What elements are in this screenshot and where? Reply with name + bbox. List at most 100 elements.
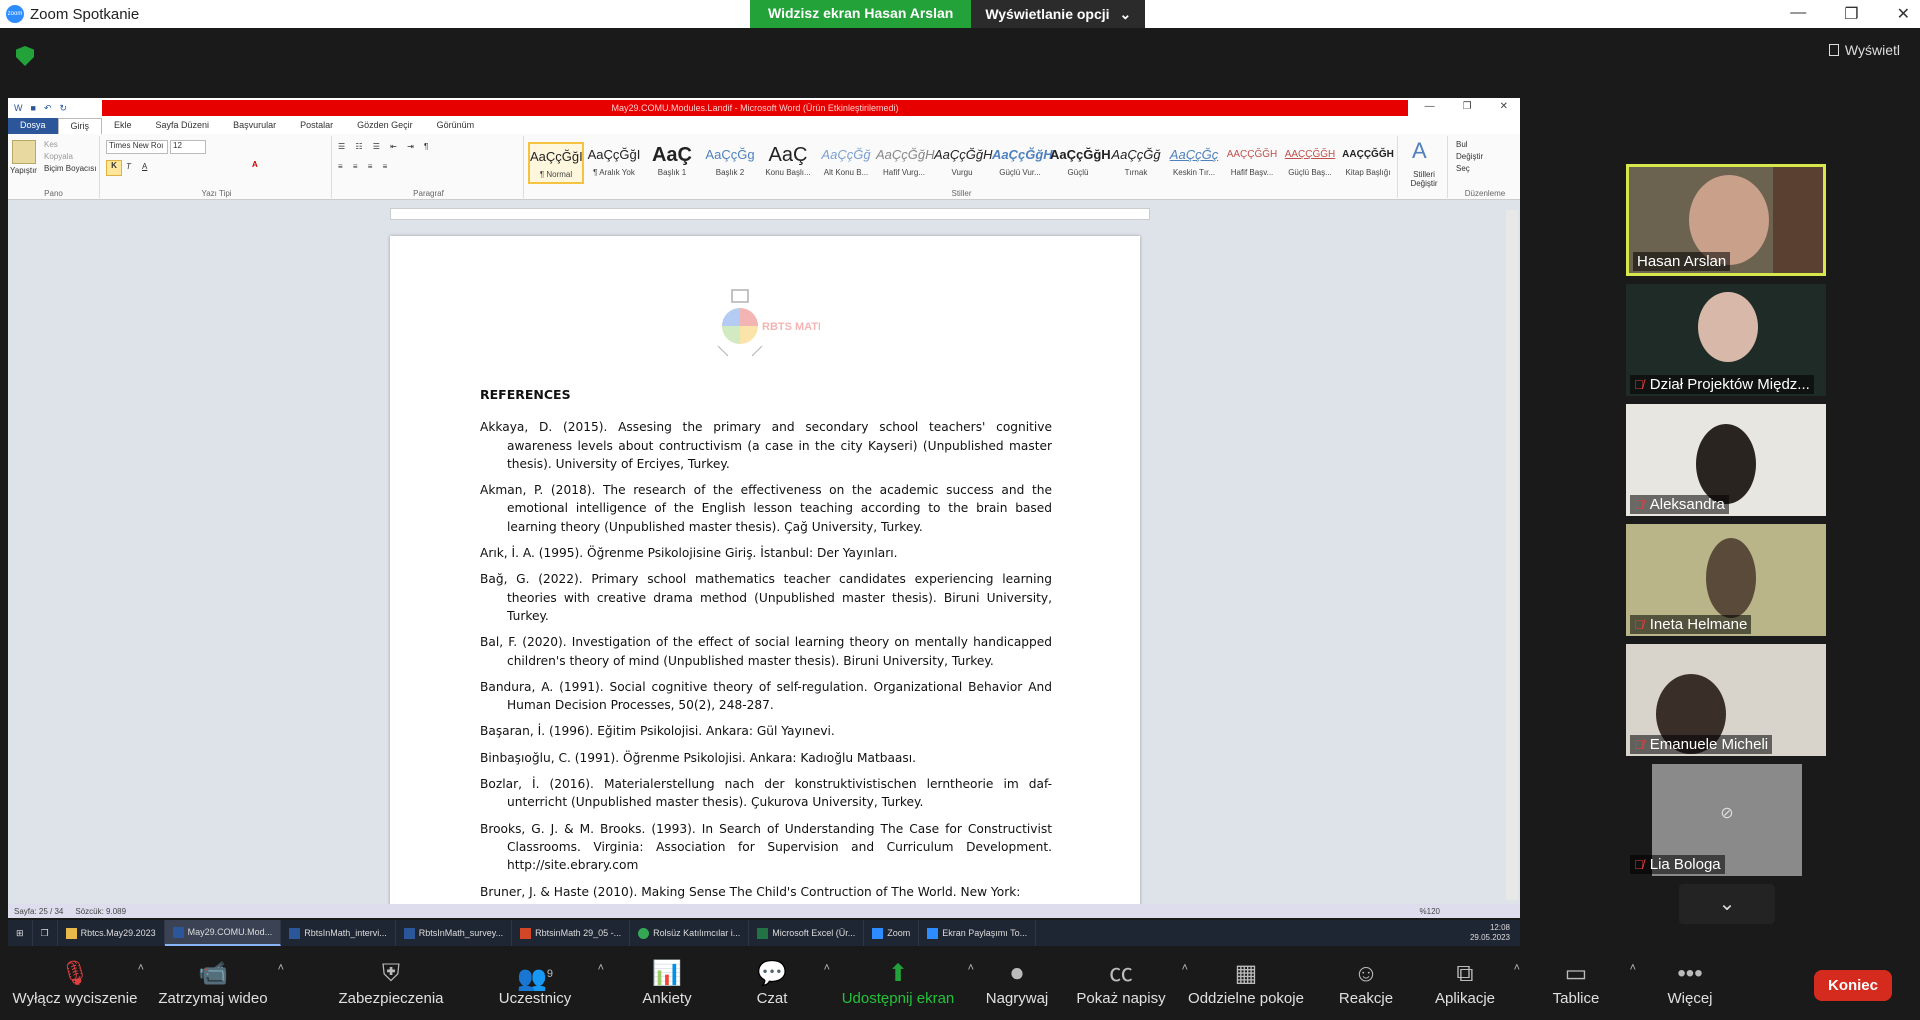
document-page[interactable]: RBTS MATH REFERENCES Akkaya, D. (2015). … xyxy=(390,236,1140,918)
breakout-rooms-button[interactable]: ▦ Oddzielne pokoje xyxy=(1184,958,1308,1007)
style-subtle-reference[interactable]: AAÇÇĞĞH Hafif Başv... xyxy=(1224,142,1280,184)
word-minimize-icon[interactable]: — xyxy=(1425,101,1435,112)
tab-references[interactable]: Başvurular xyxy=(221,118,288,134)
list-icons[interactable]: ☰ ☷ ☰ ⇤ ⇥ ¶ xyxy=(338,142,432,151)
share-screen-button[interactable]: ⬆ Udostępnij ekran ˄ xyxy=(836,958,974,1007)
end-meeting-button[interactable]: Koniec xyxy=(1813,970,1892,1001)
tab-home[interactable]: Giriş xyxy=(57,118,103,134)
replace-button[interactable]: Değiştir xyxy=(1456,152,1483,161)
chevron-up-icon[interactable]: ˄ xyxy=(138,962,144,974)
change-styles-icon[interactable]: A xyxy=(1412,138,1427,164)
restore-icon[interactable]: ❐ xyxy=(1844,4,1858,24)
bold-icon[interactable]: K xyxy=(106,160,122,176)
chevron-up-icon[interactable]: ˄ xyxy=(1514,962,1520,974)
change-styles-label[interactable]: Stilleri Değiştir xyxy=(1402,170,1446,188)
vertical-scrollbar[interactable] xyxy=(1506,210,1518,900)
scroll-participants-down-icon[interactable]: ⌄ xyxy=(1679,884,1775,924)
whiteboard-button[interactable]: ▭ Tablice ˄ xyxy=(1544,958,1636,1007)
view-button[interactable]: Wyświetl xyxy=(1828,42,1900,58)
taskbar-item[interactable]: RbtsInMath_intervi... xyxy=(281,920,396,946)
tab-insert[interactable]: Ekle xyxy=(102,118,144,134)
undo-icon[interactable]: ↶ xyxy=(44,103,52,114)
tab-page-layout[interactable]: Sayfa Düzeni xyxy=(144,118,222,134)
windows-start-icon[interactable]: ⊞ xyxy=(8,920,33,946)
font-name-select[interactable]: Times New Roı xyxy=(106,140,168,154)
chevron-up-icon[interactable]: ˄ xyxy=(968,962,974,974)
paste-icon[interactable] xyxy=(12,140,36,164)
cut-button[interactable]: Kes xyxy=(44,140,58,149)
style-subtitle[interactable]: AaÇçĞğ Alt Konu B... xyxy=(818,142,874,184)
security-button[interactable]: ⛨ Zabezpieczenia xyxy=(338,958,444,1007)
style-strong[interactable]: AaÇçĞğH Güçlü xyxy=(1050,142,1111,184)
copy-button[interactable]: Kopyala xyxy=(44,152,73,161)
font-color-icon[interactable]: A xyxy=(252,160,258,169)
participant-tile[interactable]: 🎙̸ Aleksandra xyxy=(1626,404,1826,516)
tab-file[interactable]: Dosya xyxy=(8,118,58,134)
style-intense-quote[interactable]: AaÇçĞç Keskin Tır... xyxy=(1166,142,1222,184)
taskbar-item[interactable]: Rbtcs.May29.2023 xyxy=(58,920,165,946)
participant-tile[interactable]: 🎙̸ Ineta Helmane xyxy=(1626,524,1826,636)
select-button[interactable]: Seç xyxy=(1456,164,1470,173)
polls-button[interactable]: 📊 Ankiety xyxy=(632,958,702,1007)
paste-label[interactable]: Yapıştır xyxy=(10,166,37,175)
taskbar-item[interactable]: RbtsinMath 29_05 -... xyxy=(512,920,631,946)
taskbar-item[interactable]: May29.COMU.Mod... xyxy=(164,920,282,946)
style-book-title[interactable]: AAÇÇĞĞH Kitap Başlığı xyxy=(1340,142,1396,184)
stop-video-button[interactable]: 📹 Zatrzymaj wideo ˄ xyxy=(154,958,284,1007)
format-painter-button[interactable]: Biçim Boyacısı xyxy=(44,164,96,173)
taskbar-item[interactable]: RbtsInMath_survey... xyxy=(396,920,513,946)
style-subtle-emphasis[interactable]: AaÇçĞğH Hafif Vurg... xyxy=(876,142,935,184)
task-view-icon[interactable]: ❐ xyxy=(33,920,58,946)
security-shield-icon[interactable] xyxy=(16,46,34,66)
chat-button[interactable]: 💬 Czat ˄ xyxy=(744,958,830,1007)
apps-button[interactable]: ⧉ Aplikacje ˄ xyxy=(1428,958,1520,1007)
zoom-level[interactable]: %120 xyxy=(1420,907,1520,916)
italic-icon[interactable]: T xyxy=(126,162,131,171)
chevron-up-icon[interactable]: ˄ xyxy=(824,962,830,974)
style-heading-2[interactable]: AaÇçĞg Başlık 2 xyxy=(702,142,758,184)
style-no-spacing[interactable]: AaÇçĞğI ¶ Aralık Yok xyxy=(586,142,642,184)
participant-tile[interactable]: Hasan Arslan xyxy=(1626,164,1826,276)
word-close-icon[interactable]: ✕ xyxy=(1500,101,1508,112)
style-quote[interactable]: AaÇçĞğ Tırnak xyxy=(1108,142,1164,184)
align-icons[interactable]: ≡ ≡ ≡ ≡ xyxy=(338,162,391,171)
word-titlebar: W ■ ↶ ↻ May29.COMU.Modules.Landif - Micr… xyxy=(8,98,1520,118)
more-button[interactable]: ••• Więcej xyxy=(1660,958,1720,1007)
tab-review[interactable]: Gözden Geçir xyxy=(345,118,425,134)
minimize-icon[interactable]: — xyxy=(1790,4,1806,24)
redo-icon[interactable]: ↻ xyxy=(59,103,67,114)
chevron-up-icon[interactable]: ˄ xyxy=(278,962,284,974)
close-icon[interactable]: ✕ xyxy=(1897,4,1910,24)
style-normal[interactable]: AaÇçĞğI ¶ Normal xyxy=(528,142,584,184)
taskbar-item[interactable]: Microsoft Excel (Ür... xyxy=(749,920,865,946)
record-button[interactable]: ⏺ Nagrywaj xyxy=(980,958,1054,1007)
taskbar-item[interactable]: Rolsüz Katılımcılar i... xyxy=(630,920,750,946)
participant-tile[interactable]: ⊘ 🎙̸ Lia Bologa xyxy=(1626,764,1826,876)
style-emphasis[interactable]: AaÇçĞğH Vurgu xyxy=(934,142,993,184)
chat-bubble-icon: 💬 xyxy=(757,960,787,987)
participant-tile[interactable]: 🎙̸ Emanuele Micheli xyxy=(1626,644,1826,756)
save-icon[interactable]: ■ xyxy=(31,103,36,114)
font-size-select[interactable]: 12 xyxy=(170,140,206,154)
chevron-up-icon[interactable]: ˄ xyxy=(598,962,604,974)
style-heading-1[interactable]: AaÇ Başlık 1 xyxy=(644,142,700,184)
participants-panel: Hasan Arslan 🎙̸ Dział Projektów Międz... … xyxy=(1626,164,1828,924)
participant-tile[interactable]: 🎙̸ Dział Projektów Międz... xyxy=(1626,284,1826,396)
style-title[interactable]: AaÇ Konu Başlı... xyxy=(760,142,816,184)
view-options-button[interactable]: Wyświetlanie opcji ⌄ xyxy=(971,0,1146,28)
word-restore-icon[interactable]: ❐ xyxy=(1463,101,1472,112)
tab-mailings[interactable]: Postalar xyxy=(288,118,345,134)
style-intense-emphasis[interactable]: AaÇçĞğH Güçlü Vur... xyxy=(992,142,1053,184)
horizontal-ruler[interactable] xyxy=(390,208,1150,220)
underline-icon[interactable]: A xyxy=(142,162,147,171)
find-button[interactable]: Bul xyxy=(1456,140,1468,149)
tab-view[interactable]: Görünüm xyxy=(425,118,487,134)
chevron-up-icon[interactable]: ˄ xyxy=(1630,962,1636,974)
taskbar-item[interactable]: Ekran Paylaşımı To... xyxy=(919,920,1037,946)
taskbar-item[interactable]: Zoom xyxy=(864,920,920,946)
style-intense-reference[interactable]: AAÇÇĞĞH Güçlü Baş... xyxy=(1282,142,1338,184)
captions-button[interactable]: ㏄ Pokaż napisy ˄ xyxy=(1074,958,1188,1007)
participants-button[interactable]: 👥9 Uczestnicy ˄ xyxy=(494,958,604,1007)
reactions-button[interactable]: ☺ Reakcje xyxy=(1336,958,1396,1007)
unmute-button[interactable]: 🎙 Wyłącz wyciszenie ˄ xyxy=(10,958,144,1007)
